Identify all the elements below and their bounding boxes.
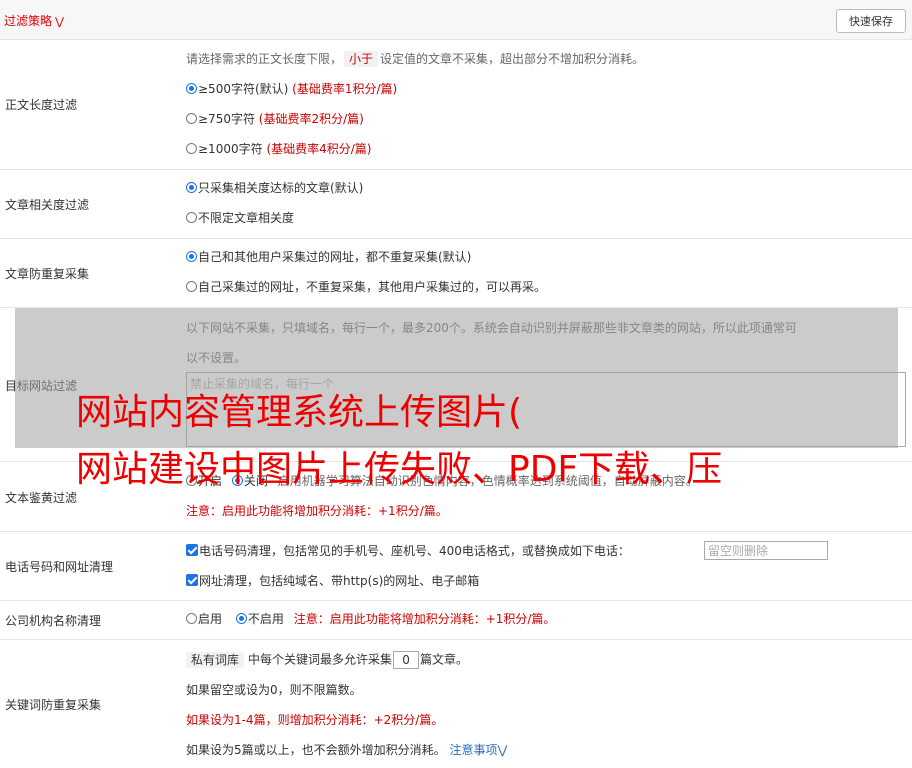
checkbox-checked-icon[interactable] [186,544,198,556]
phone-url-label: 电话号码和网址清理 [5,560,114,574]
porn-filter-label: 文本鉴黄过滤 [5,491,78,505]
radio-icon[interactable] [186,475,197,486]
site-filter-desc-line2: 以不设置。 [186,351,247,365]
url-clean-option[interactable]: 网址清理，包括纯域名、带http(s)的网址、电子邮箱 [186,573,479,589]
porn-filter-options: 开启 关闭 启用机器学习算法自动识别色情内容，色情概率达到系统阈值，自动屏蔽内容… [186,473,698,489]
keyword-line2: 如果留空或设为0，则不限篇数。 [186,683,362,697]
porn-filter-notice: 注意：启用此功能将增加积分消耗：+1积分/篇。 [186,504,448,518]
length-filter-description: 请选择需求的正文长度下限， 小于 设定值的文章不采集，超出部分不增加积分消耗。 [186,51,645,67]
relevance-option-strict[interactable]: 只采集相关度达标的文章(默认) [186,180,363,196]
notes-link[interactable]: 注意事项⋁ [449,743,507,757]
company-options: 启用 不启用 注意：启用此功能将增加积分消耗：+1积分/篇。 [186,611,555,627]
blocked-domains-textarea[interactable] [186,372,906,447]
site-filter-label: 目标网站过滤 [5,379,78,393]
length-filter-label: 正文长度过滤 [5,98,78,112]
radio-icon[interactable] [186,613,197,624]
checkbox-checked-icon[interactable] [186,574,198,586]
company-row: 公司机构名称清理 启用 不启用 注意：启用此功能将增加积分消耗：+1积分/篇。 [0,601,912,640]
phone-clean-option[interactable]: 电话号码清理，包括常见的手机号、座机号、400电话格式，或替换成如下电话： [186,543,630,559]
length-option-750[interactable]: ≥750字符 (基础费率2积分/篇) [186,111,364,127]
quick-save-button[interactable]: 快速保存 [836,9,906,33]
porn-filter-desc: 启用机器学习算法自动识别色情内容，色情概率达到系统阈值，自动屏蔽内容。 [277,474,698,488]
chevron-down-icon: ⋁ [497,743,508,757]
dedupe-label: 文章防重复采集 [5,267,90,281]
porn-filter-row: 文本鉴黄过滤 开启 关闭 启用机器学习算法自动识别色情内容，色情概率达到系统阈值… [0,462,912,532]
radio-icon-checked[interactable] [186,251,197,262]
replacement-phone-input[interactable] [704,541,828,560]
private-lexicon-tag: 私有词库 [186,651,245,668]
radio-icon[interactable] [186,143,197,154]
keyword-line4: 如果设为5篇或以上，也不会额外增加积分消耗。 注意事项⋁ [186,743,508,757]
radio-icon-checked[interactable] [186,83,197,94]
porn-filter-enable[interactable]: 开启 [186,474,222,488]
relevance-filter-label: 文章相关度过滤 [5,198,90,212]
keyword-line3: 如果设为1-4篇，则增加积分消耗：+2积分/篇。 [186,713,444,727]
keyword-line1: 私有词库 中每个关键词最多允许采集 0 篇文章。 [186,651,468,669]
dedupe-option-self[interactable]: 自己采集过的网址，不重复采集，其他用户采集过的，可以再采。 [186,279,546,295]
less-than-tag: 小于 [344,51,379,67]
company-enable[interactable]: 启用 [186,612,222,626]
length-filter-row: 正文长度过滤 请选择需求的正文长度下限， 小于 设定值的文章不采集，超出部分不增加积… [0,40,912,170]
filter-strategy-title: 过滤策略 [4,14,53,28]
dedupe-option-all[interactable]: 自己和其他用户采集过的网址，都不重复采集(默认) [186,249,471,265]
filter-header: 过滤策略 ⋁ 快速保存 [0,0,912,40]
keyword-label: 关键词防重复采集 [5,698,102,712]
radio-icon[interactable] [186,212,197,223]
max-articles-input[interactable]: 0 [393,651,420,669]
chevron-down-icon: ⋁ [55,15,65,28]
relevance-filter-row: 文章相关度过滤 只采集相关度达标的文章(默认) 不限定文章相关度 [0,170,912,239]
length-option-500[interactable]: ≥500字符(默认) (基础费率1积分/篇) [186,81,397,97]
company-notice: 注意：启用此功能将增加积分消耗：+1积分/篇。 [293,612,556,626]
radio-icon-checked[interactable] [186,182,197,193]
company-label: 公司机构名称清理 [5,614,102,628]
radio-icon-checked[interactable] [235,613,247,624]
radio-icon[interactable] [186,281,197,292]
porn-filter-disable[interactable]: 关闭 [231,474,268,488]
filter-strategy-toggle[interactable]: 过滤策略 ⋁ [4,12,64,29]
company-disable[interactable]: 不启用 [235,612,284,626]
length-option-1000[interactable]: ≥1000字符 (基础费率4积分/篇) [186,141,371,157]
relevance-option-any[interactable]: 不限定文章相关度 [186,210,294,226]
radio-icon[interactable] [186,113,197,124]
site-filter-desc-line1: 以下网站不采集，只填域名，每行一个，最多200个。系统会自动识别并屏蔽那些非文章… [186,321,797,335]
keyword-row: 关键词防重复采集 私有词库 中每个关键词最多允许采集 0 篇文章。 如果留空或设为0，… [0,640,912,768]
radio-icon-checked[interactable] [231,475,243,486]
dedupe-row: 文章防重复采集 自己和其他用户采集过的网址，都不重复采集(默认) 自己采集过的网… [0,239,912,308]
